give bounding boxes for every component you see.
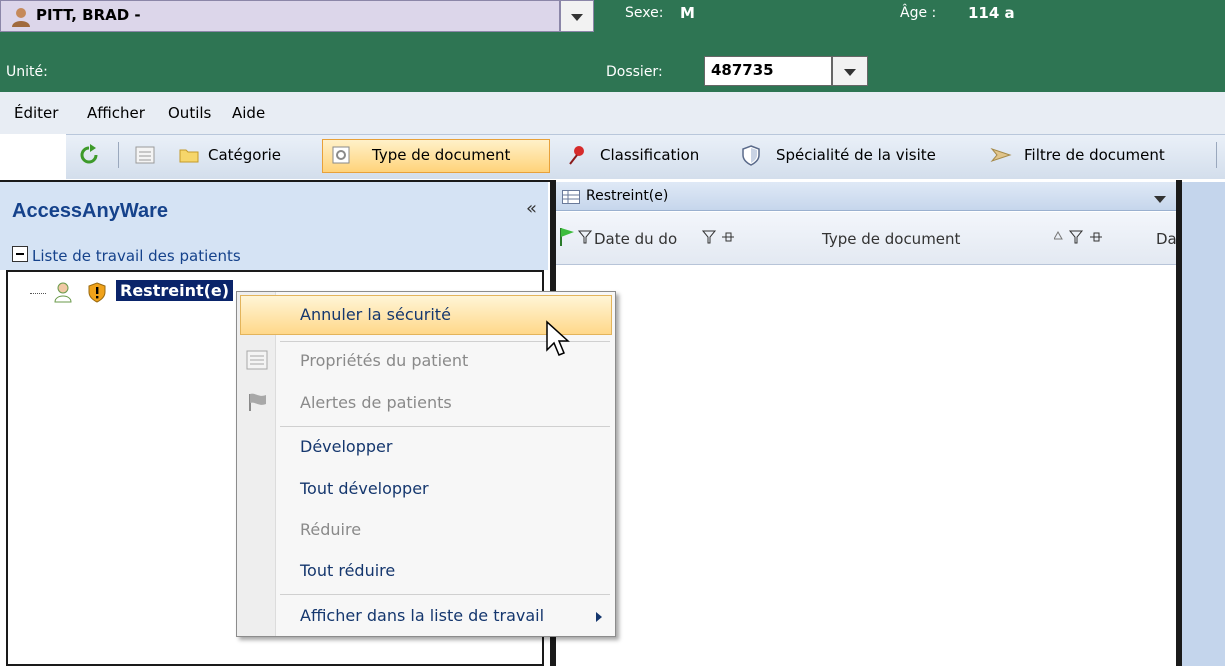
document-list-title: Restreint(e) (586, 188, 669, 204)
menu-aide[interactable]: Aide (232, 104, 265, 122)
column-type-document[interactable]: Type de document (822, 230, 960, 248)
context-menu-separator (280, 594, 610, 595)
context-menu-gutter (237, 292, 276, 636)
toolbar-separator (118, 142, 119, 168)
age-label: Âge : (900, 5, 937, 21)
shield-icon (742, 145, 760, 166)
menu-editer[interactable]: Éditer (14, 104, 58, 122)
toolbar-filtre-button[interactable]: Filtre de document (1024, 146, 1165, 164)
context-menu-item-tout-developper[interactable]: Tout développer (300, 479, 429, 498)
submenu-arrow-icon (596, 612, 602, 622)
list-view-icon[interactable] (134, 144, 156, 166)
pin-icon (569, 146, 584, 165)
menu-afficher[interactable]: Afficher (87, 104, 145, 122)
patient-avatar-icon (12, 8, 30, 27)
patient-dropdown-button[interactable] (560, 0, 594, 32)
context-menu-item-reduire[interactable]: Réduire (300, 520, 361, 539)
dossier-dropdown-button[interactable] (832, 56, 868, 86)
context-menu-item-proprietes-patient[interactable]: Propriétés du patient (300, 351, 468, 370)
worklist-label[interactable]: Liste de travail des patients (32, 247, 241, 265)
toolbar-separator (1216, 142, 1217, 168)
dossier-field[interactable]: 487735 (704, 56, 832, 86)
context-menu-item-afficher-liste-travail[interactable]: Afficher dans la liste de travail (300, 606, 544, 625)
patient-icon (54, 282, 72, 303)
column-da[interactable]: Da (1156, 230, 1177, 248)
toolbar-classification-button[interactable]: Classification (600, 146, 699, 164)
flag-icon (249, 393, 266, 411)
chevron-down-icon[interactable] (1154, 196, 1166, 203)
sexe-label: Sexe: (625, 5, 664, 21)
context-menu-item-tout-reduire[interactable]: Tout réduire (300, 561, 395, 580)
viewer-panel (1182, 182, 1225, 666)
patient-name: PITT, BRAD - (36, 6, 141, 24)
filter-arrow-icon (990, 147, 1012, 163)
column-date[interactable]: Date du do (594, 230, 677, 248)
chevron-down-icon (571, 14, 583, 21)
app-title: AccessAnyWare (12, 200, 169, 222)
security-warning-icon (88, 282, 106, 303)
toolbar-type-document-label: Type de document (372, 146, 511, 164)
context-menu-separator (280, 426, 610, 427)
folder-icon (179, 149, 199, 163)
mouse-cursor-icon (546, 320, 570, 356)
filter-pin-icon[interactable] (702, 230, 736, 244)
toolbar-categorie-button[interactable]: Catégorie (208, 146, 281, 164)
patient-properties-icon (246, 350, 268, 370)
dossier-label: Dossier: (606, 64, 663, 80)
collapse-tree-toggle[interactable] (12, 246, 28, 262)
tree-connector (30, 293, 46, 294)
context-menu-item-developper[interactable]: Développer (300, 437, 392, 456)
refresh-icon[interactable] (78, 144, 100, 166)
menu-outils[interactable]: Outils (168, 104, 211, 122)
collapse-panel-button[interactable]: « (526, 198, 537, 219)
chevron-down-icon (844, 69, 856, 76)
filter-icon[interactable] (578, 230, 592, 244)
grid-icon (562, 190, 580, 204)
tree-item-restreint[interactable]: Restreint(e) (116, 280, 234, 301)
sexe-value: M (680, 4, 695, 22)
flag-icon (560, 228, 574, 246)
unite-label: Unité: (6, 64, 48, 80)
context-menu-label-annuler-securite: Annuler la sécurité (300, 305, 451, 324)
document-type-icon (332, 146, 350, 164)
toolbar-specialite-button[interactable]: Spécialité de la visite (776, 146, 936, 164)
sort-filter-pin-icon[interactable] (1054, 230, 1118, 244)
context-menu-item-alertes-patients[interactable]: Alertes de patients (300, 393, 452, 412)
age-value: 114 a (968, 4, 1015, 22)
